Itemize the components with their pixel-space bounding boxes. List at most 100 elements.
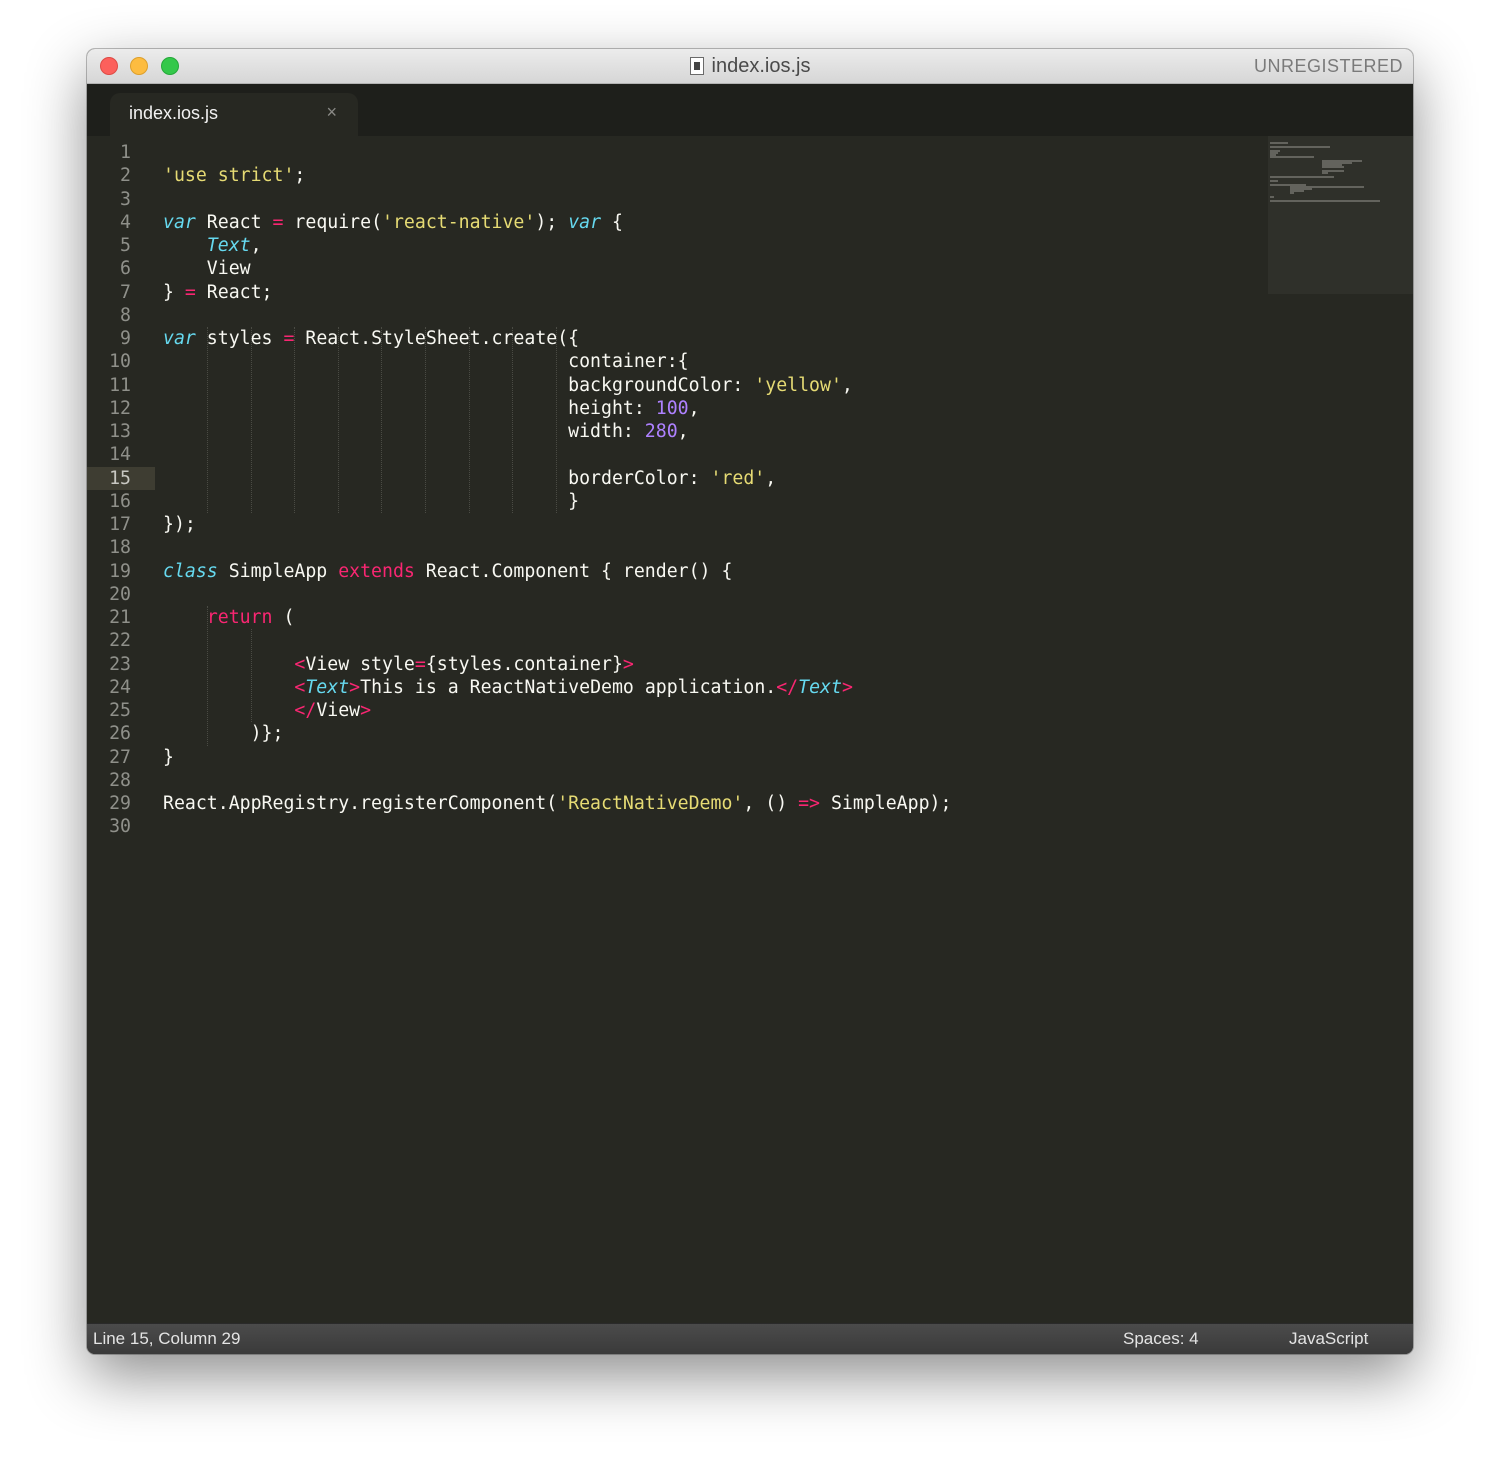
minimap-line <box>1270 156 1314 158</box>
line-number: 28 <box>109 769 131 791</box>
code-token: 'yellow' <box>754 374 842 396</box>
code-token: > <box>349 676 361 698</box>
line-number: 29 <box>109 793 131 814</box>
line-number: 15 <box>109 467 131 489</box>
code-token: SimpleApp <box>217 560 339 582</box>
code-token: height: <box>163 397 656 419</box>
code-text: height: 100, <box>163 397 700 420</box>
line-number: 19 <box>109 560 131 582</box>
code-token: React; <box>195 281 273 303</box>
code-token: View style <box>305 653 415 675</box>
code-token: React.StyleSheet.create({ <box>294 328 580 349</box>
line-number: 6 <box>120 258 131 280</box>
line-number: 16 <box>109 490 131 512</box>
code-token: React.Component { render() { <box>414 560 733 582</box>
code-token: > <box>360 700 372 721</box>
code-token: }); <box>163 514 196 535</box>
line-number: 8 <box>120 304 131 326</box>
code-text: React.AppRegistry.registerComponent('Rea… <box>163 792 951 815</box>
code-token: } <box>163 746 174 768</box>
line-number: 9 <box>120 328 131 349</box>
code-text: backgroundColor: 'yellow', <box>163 374 853 397</box>
line-number: 3 <box>120 188 131 210</box>
code-token: 100 <box>655 397 689 419</box>
code-token: )}; <box>163 723 284 745</box>
code-token: backgroundColor: <box>163 374 755 396</box>
line-number: 5 <box>120 235 131 256</box>
code-token: => <box>798 793 821 814</box>
window-title: index.ios.js <box>711 54 811 77</box>
code-token: < <box>294 653 306 675</box>
minimap-line <box>1270 142 1288 144</box>
code-text: class SimpleApp extends React.Component … <box>163 560 732 583</box>
line-number: 11 <box>109 374 131 396</box>
code-token: Text <box>798 676 842 698</box>
code-token: 'red' <box>710 467 766 489</box>
code-token: styles <box>195 328 284 349</box>
code-token: React <box>195 211 273 233</box>
code-token: 280 <box>644 421 678 442</box>
code-token: 'ReactNativeDemo' <box>557 793 744 814</box>
code-token: View <box>316 700 361 721</box>
code-token: = <box>184 281 196 303</box>
window-title-group: index.ios.js <box>87 49 1413 83</box>
code-token: var <box>568 211 602 233</box>
close-tab-icon[interactable]: × <box>326 102 337 123</box>
code-token: extends <box>338 560 415 582</box>
minimap-line <box>1270 146 1330 148</box>
minimap-line <box>1322 172 1328 174</box>
code-token: } <box>163 281 185 303</box>
minimap-line <box>1270 200 1380 202</box>
code-token: , <box>841 374 853 396</box>
code-token: ; <box>294 165 306 187</box>
tab-label: index.ios.js <box>129 103 219 123</box>
code-token: > <box>841 676 853 698</box>
line-number: 10 <box>109 351 131 373</box>
code-text: View <box>163 257 251 280</box>
line-number: 22 <box>109 630 131 652</box>
code-token: ( <box>272 607 295 628</box>
line-number: 27 <box>109 746 131 768</box>
code-text: } = React; <box>163 281 273 304</box>
code-text: }); <box>163 513 196 536</box>
code-text: container:{ <box>163 350 689 373</box>
code-token: { <box>601 211 623 233</box>
line-number: 26 <box>109 723 131 745</box>
code-token: container:{ <box>163 351 689 373</box>
minimap-line <box>1322 166 1344 168</box>
code-token: 'use strict' <box>163 165 295 187</box>
syntax-selector[interactable]: JavaScript <box>1289 1329 1368 1349</box>
code-text: } <box>163 746 174 769</box>
document-icon <box>689 57 704 75</box>
tab-index-ios-js[interactable]: index.ios.js × <box>110 93 358 136</box>
minimap-line <box>1270 196 1274 198</box>
code-token: width: <box>163 421 645 442</box>
code-token: , <box>677 421 689 442</box>
code-token: require( <box>283 211 383 233</box>
code-token: = <box>283 328 295 349</box>
line-number: 2 <box>120 165 131 187</box>
line-number: 24 <box>109 676 131 698</box>
line-number: 25 <box>109 700 131 721</box>
code-text: )}; <box>163 722 284 745</box>
indentation-setting[interactable]: Spaces: 4 <box>1123 1329 1199 1349</box>
code-text: var React = require('react-native'); var… <box>163 211 623 234</box>
line-number: 7 <box>120 281 131 303</box>
line-number: 18 <box>109 537 131 559</box>
minimap-line <box>1270 176 1334 178</box>
code-token: ); <box>535 211 569 233</box>
code-token: , <box>688 397 700 419</box>
minimap-line <box>1290 192 1294 194</box>
code-token: = <box>272 211 284 233</box>
minimap[interactable] <box>1268 136 1413 294</box>
code-editor[interactable]: 1 2'use strict'; 3 4 var React = require('re… <box>87 136 1413 1324</box>
code-token: = <box>414 653 426 675</box>
code-text: <Text>This is a ReactNativeDemo applicat… <box>163 676 853 699</box>
cursor-position[interactable]: Line 15, Column 29 <box>93 1329 240 1349</box>
code-token: 'react-native' <box>382 211 536 233</box>
